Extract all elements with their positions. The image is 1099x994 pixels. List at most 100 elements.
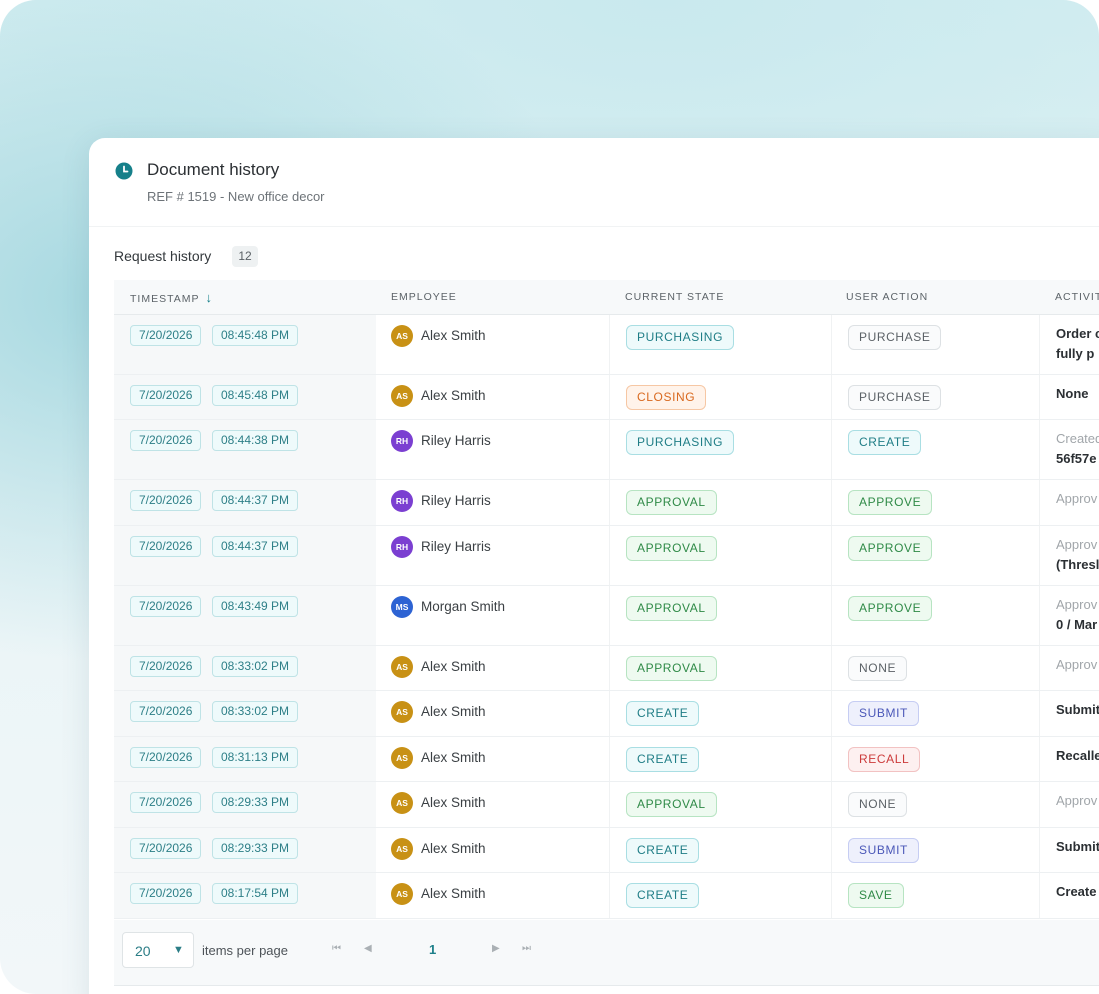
column-divider (1039, 526, 1040, 585)
sort-descending-icon[interactable]: ↓ (205, 290, 212, 305)
table-header: TIMESTAMP ↓ EMPLOYEE CURRENT STATE USER A… (114, 280, 1099, 315)
table-row[interactable]: 7/20/2026 08:31:13 PM AS Alex Smith CREATE RE… (114, 737, 1099, 782)
action-badge: SUBMIT (848, 701, 919, 726)
column-divider (831, 782, 832, 827)
time-chip: 08:33:02 PM (212, 656, 299, 677)
column-divider (831, 691, 832, 736)
current-page-number[interactable]: 1 (429, 942, 436, 957)
time-chip: 08:43:49 PM (212, 596, 299, 617)
avatar: AS (391, 701, 413, 723)
avatar: AS (391, 747, 413, 769)
state-badge: CREATE (626, 883, 700, 908)
time-chip: 08:31:13 PM (212, 747, 299, 768)
activity-text: Approv (1056, 793, 1098, 808)
column-divider (609, 480, 610, 525)
employee-name: Alex Smith (421, 328, 486, 343)
time-chip: 08:29:33 PM (212, 838, 299, 859)
activity-detail: fully p (1056, 346, 1095, 361)
action-badge: APPROVE (848, 596, 933, 621)
state-badge: APPROVAL (626, 596, 717, 621)
state-badge: PURCHASING (626, 430, 735, 455)
time-chip: 08:17:54 PM (212, 883, 299, 904)
state-badge: APPROVAL (626, 536, 717, 561)
next-page-icon[interactable]: ▶ (492, 943, 500, 954)
table-row[interactable]: 7/20/2026 08:43:49 PM MS Morgan Smith APPROV… (114, 586, 1099, 646)
activity-text: Submit (1056, 839, 1099, 854)
avatar: AS (391, 883, 413, 905)
column-header-timestamp[interactable]: TIMESTAMP ↓ (130, 280, 212, 315)
date-chip: 7/20/2026 (130, 490, 202, 511)
column-divider (831, 873, 832, 918)
column-divider (831, 586, 832, 645)
column-header-current-state[interactable]: CURRENT STATE (625, 280, 724, 315)
column-divider (609, 420, 610, 479)
action-badge: NONE (848, 792, 908, 817)
first-page-icon[interactable]: ⏮ (332, 943, 341, 954)
employee-name: Alex Smith (421, 795, 486, 810)
column-divider (609, 782, 610, 827)
table-row[interactable]: 7/20/2026 08:29:33 PM AS Alex Smith APPROVAL… (114, 782, 1099, 828)
date-chip: 7/20/2026 (130, 536, 202, 557)
table-row[interactable]: 7/20/2026 08:44:38 PM RH Riley Harris PURCHA… (114, 420, 1099, 480)
activity-text: Order c (1056, 326, 1099, 341)
avatar: RH (391, 536, 413, 558)
state-badge: APPROVAL (626, 792, 717, 817)
table-row[interactable]: 7/20/2026 08:44:37 PM RH Riley Harris APPROV… (114, 526, 1099, 586)
table-row[interactable]: 7/20/2026 08:17:54 PM AS Alex Smith CREATE SA… (114, 873, 1099, 919)
pagination-bar: 20 ▼ items per page ⏮ ◀ 1 ▶ ⏭ (114, 920, 1099, 986)
action-badge: SAVE (848, 883, 904, 908)
column-label: TIMESTAMP (130, 293, 200, 305)
table-row[interactable]: 7/20/2026 08:29:33 PM AS Alex Smith CREATE SU… (114, 828, 1099, 873)
activity-detail: 0 / Mar (1056, 617, 1098, 632)
table-row[interactable]: 7/20/2026 08:33:02 PM AS Alex Smith APPROVAL… (114, 646, 1099, 691)
employee-name: Alex Smith (421, 388, 486, 403)
time-chip: 08:29:33 PM (212, 792, 299, 813)
column-header-activity[interactable]: ACTIVIT (1055, 280, 1099, 315)
activity-text: Submit (1056, 702, 1099, 717)
state-badge: APPROVAL (626, 490, 717, 515)
column-divider (609, 873, 610, 918)
column-divider (831, 315, 832, 374)
employee-name: Riley Harris (421, 433, 491, 448)
section-title: Request history (114, 248, 212, 264)
activity-text: Created (1056, 431, 1099, 446)
items-per-page-select[interactable]: 20 ▼ (122, 932, 194, 968)
column-divider (1039, 420, 1040, 479)
column-divider (1039, 375, 1040, 419)
table-row[interactable]: 7/20/2026 08:33:02 PM AS Alex Smith CREATE SU… (114, 691, 1099, 737)
avatar: RH (391, 430, 413, 452)
panel-subtitle: REF # 1519 - New office decor (147, 189, 325, 204)
employee-name: Alex Smith (421, 886, 486, 901)
date-chip: 7/20/2026 (130, 430, 202, 451)
column-divider (831, 480, 832, 525)
table-row[interactable]: 7/20/2026 08:45:48 PM AS Alex Smith PURCHASI… (114, 315, 1099, 375)
column-divider (1039, 691, 1040, 736)
date-chip: 7/20/2026 (130, 325, 202, 346)
avatar: AS (391, 325, 413, 347)
time-chip: 08:44:37 PM (212, 490, 299, 511)
time-chip: 08:44:38 PM (212, 430, 299, 451)
employee-name: Riley Harris (421, 539, 491, 554)
table-row[interactable]: 7/20/2026 08:44:37 PM RH Riley Harris APPROV… (114, 480, 1099, 526)
column-divider (609, 737, 610, 781)
state-badge: CREATE (626, 838, 700, 863)
action-badge: RECALL (848, 747, 921, 772)
action-badge: APPROVE (848, 490, 933, 515)
column-divider (1039, 586, 1040, 645)
state-badge: APPROVAL (626, 656, 717, 681)
action-badge: NONE (848, 656, 908, 681)
column-divider (831, 737, 832, 781)
activity-detail: (Thresl (1056, 557, 1099, 572)
avatar: AS (391, 792, 413, 814)
column-divider (1039, 480, 1040, 525)
prev-page-icon[interactable]: ◀ (364, 943, 372, 954)
avatar: RH (391, 490, 413, 512)
date-chip: 7/20/2026 (130, 385, 202, 406)
column-divider (831, 646, 832, 690)
column-header-employee[interactable]: EMPLOYEE (391, 280, 457, 315)
activity-text: None (1056, 386, 1089, 401)
column-divider (609, 526, 610, 585)
last-page-icon[interactable]: ⏭ (522, 943, 531, 954)
table-row[interactable]: 7/20/2026 08:45:48 PM AS Alex Smith CLOSING P… (114, 375, 1099, 420)
column-header-user-action[interactable]: USER ACTION (846, 280, 928, 315)
